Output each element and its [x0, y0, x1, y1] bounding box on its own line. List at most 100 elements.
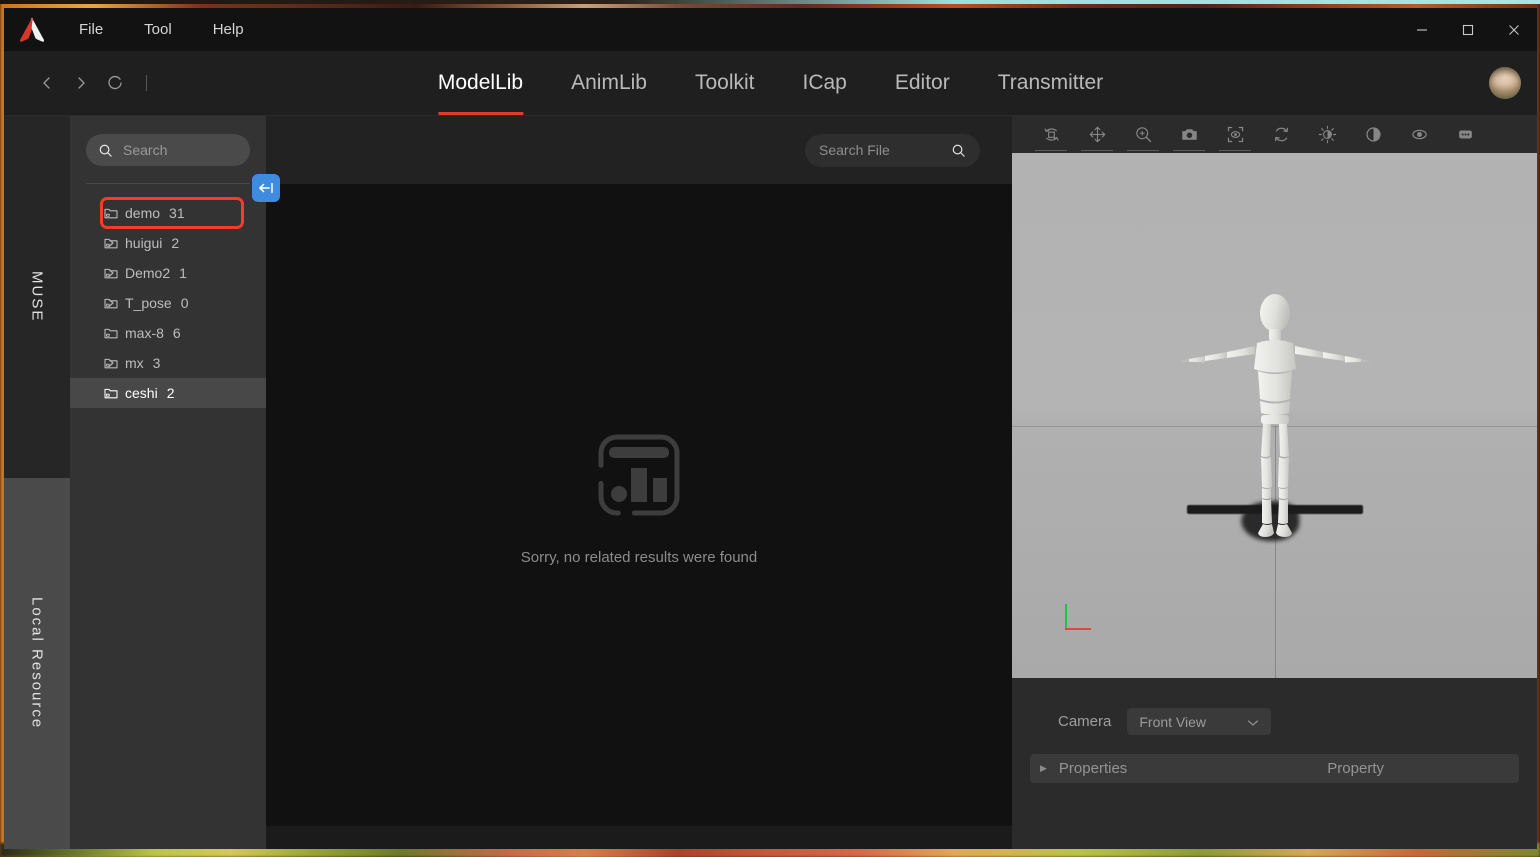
contrast-icon [1365, 127, 1381, 142]
tree-row-label: demo [125, 205, 161, 221]
camera-label: Camera [1058, 713, 1112, 730]
tab-toolkit[interactable]: Toolkit [671, 51, 779, 115]
brightness-button[interactable] [1304, 116, 1350, 153]
search-input[interactable] [123, 142, 238, 158]
file-search-input[interactable] [819, 142, 943, 158]
folder-glyph-icon [104, 328, 118, 339]
camera-row: Camera Front View [1030, 678, 1519, 735]
folder-sidebar: demo 31 huigui [70, 116, 280, 849]
focus-target-button[interactable] [1212, 116, 1258, 153]
camera-snapshot-button[interactable] [1166, 116, 1212, 153]
expand-triangle-icon[interactable]: ▶ [1040, 763, 1047, 774]
tab-animlib[interactable]: AnimLib [547, 51, 671, 115]
tree-row-count: 3 [152, 355, 161, 371]
more-options-icon [1458, 130, 1472, 139]
pan-move-icon [1089, 126, 1105, 143]
tree-row-huigui[interactable]: huigui 2 [70, 228, 266, 258]
tab-modellib[interactable]: ModelLib [414, 51, 547, 115]
camera-view-select[interactable]: Front View [1127, 708, 1272, 735]
tree-row-demo2[interactable]: Demo2 1 [70, 258, 266, 288]
chevron-down-icon [1247, 714, 1259, 730]
main-tabs: ModelLib AnimLib Toolkit ICap Editor Tra… [414, 51, 1127, 115]
tree-row-label: Demo2 [125, 265, 171, 281]
chevron-right-icon[interactable] [106, 268, 116, 278]
tab-editor[interactable]: Editor [871, 51, 974, 115]
sidebar-search-wrap [70, 116, 266, 166]
chevron-right-icon[interactable] [106, 358, 116, 368]
tree-row-demo[interactable]: demo 31 [70, 197, 266, 229]
maximize-button[interactable] [1445, 8, 1491, 51]
rail-tab-local-resource[interactable]: Local Resource [4, 478, 70, 849]
reset-rotation-icon [1274, 127, 1288, 142]
tree-row-count: 2 [171, 235, 180, 251]
app-body: MUSE Local Resource Search demo 31 huigu… [4, 116, 1537, 849]
tree-row-ceshi[interactable]: ceshi 2 [70, 378, 266, 408]
chevron-right-icon[interactable] [106, 298, 116, 308]
camera-snapshot-icon [1181, 129, 1197, 140]
property-label: Property [1327, 760, 1384, 777]
tree-row-label: mx [125, 355, 144, 371]
collapse-panel-icon [259, 182, 273, 194]
reset-rotation-button[interactable] [1258, 116, 1304, 153]
close-button[interactable] [1491, 8, 1537, 51]
tab-icap[interactable]: ICap [779, 51, 871, 115]
t-pose-mannequin [1180, 294, 1369, 537]
forward-button[interactable] [64, 66, 98, 100]
zoom-in-button[interactable] [1120, 116, 1166, 153]
collapse-panel-button[interactable] [252, 174, 280, 202]
minimize-button[interactable] [1399, 8, 1445, 51]
rail-tab-muse-label: MUSE [28, 271, 46, 323]
properties-bar[interactable]: ▶ Properties Property [1030, 754, 1519, 783]
refresh-icon [108, 75, 122, 90]
tree-row-count: 31 [169, 205, 185, 221]
tree-row-mx[interactable]: mx 3 [70, 348, 266, 378]
properties-label: Properties [1058, 760, 1128, 777]
avatar[interactable] [1489, 67, 1521, 99]
empty-state-message: Sorry, no related results were found [520, 548, 758, 566]
model-viewport[interactable] [1012, 153, 1537, 678]
close-icon [1509, 24, 1519, 35]
app-logo [4, 17, 60, 43]
menu-item-tool[interactable]: Tool [139, 17, 177, 42]
tree-row-label: max-8 [125, 325, 164, 341]
menu-item-file[interactable]: File [74, 17, 108, 42]
tree-row-label: ceshi [125, 385, 158, 401]
menu-bar: File Tool Help [74, 17, 249, 42]
minimize-icon [1417, 28, 1427, 31]
more-options-button[interactable] [1442, 116, 1488, 153]
visibility-eye-button[interactable] [1396, 116, 1442, 153]
rail-tab-muse[interactable]: MUSE [4, 116, 70, 478]
tree-row-count: 1 [179, 265, 187, 281]
tab-transmitter[interactable]: Transmitter [974, 51, 1127, 115]
navigation-bar: ModelLib AnimLib Toolkit ICap Editor Tra… [4, 51, 1537, 116]
folder-glyph-icon [104, 388, 118, 399]
nav-controls [4, 66, 147, 100]
file-search[interactable] [805, 133, 980, 167]
refresh-button[interactable] [98, 66, 132, 100]
camera-view-value: Front View [1139, 713, 1207, 730]
tree-row-max-8[interactable]: max-8 6 [70, 318, 266, 348]
tree-row-count: 0 [180, 295, 189, 311]
tree-row-label: T_pose [125, 295, 172, 311]
viewer-bottom-panel: Camera Front View ▶ Properties Property [1012, 678, 1537, 849]
folder-glyph-icon [104, 208, 118, 219]
viewer-toolbar [1012, 116, 1537, 153]
tree-row-t-pose[interactable]: T_pose 0 [70, 288, 266, 318]
pan-move-button[interactable] [1074, 116, 1120, 153]
axis-y [1065, 604, 1067, 630]
tree-row-count: 2 [166, 385, 175, 401]
zoom-in-icon [1135, 127, 1151, 143]
axis-x [1065, 628, 1091, 630]
chevron-right-icon[interactable] [106, 238, 116, 248]
application-window: File Tool Help ModelLib AnimLib Toolkit … [4, 8, 1537, 849]
rotate-object-button[interactable] [1028, 116, 1074, 153]
contrast-button[interactable] [1350, 116, 1396, 153]
focus-target-icon [1227, 126, 1243, 143]
tree-row-count: 6 [172, 325, 181, 341]
back-button[interactable] [30, 66, 64, 100]
tree-row-label: huigui [125, 235, 163, 251]
menu-item-help[interactable]: Help [208, 17, 249, 42]
visibility-eye-icon [1411, 129, 1427, 140]
sidebar-search[interactable] [86, 134, 250, 166]
content-footer [266, 826, 1012, 849]
